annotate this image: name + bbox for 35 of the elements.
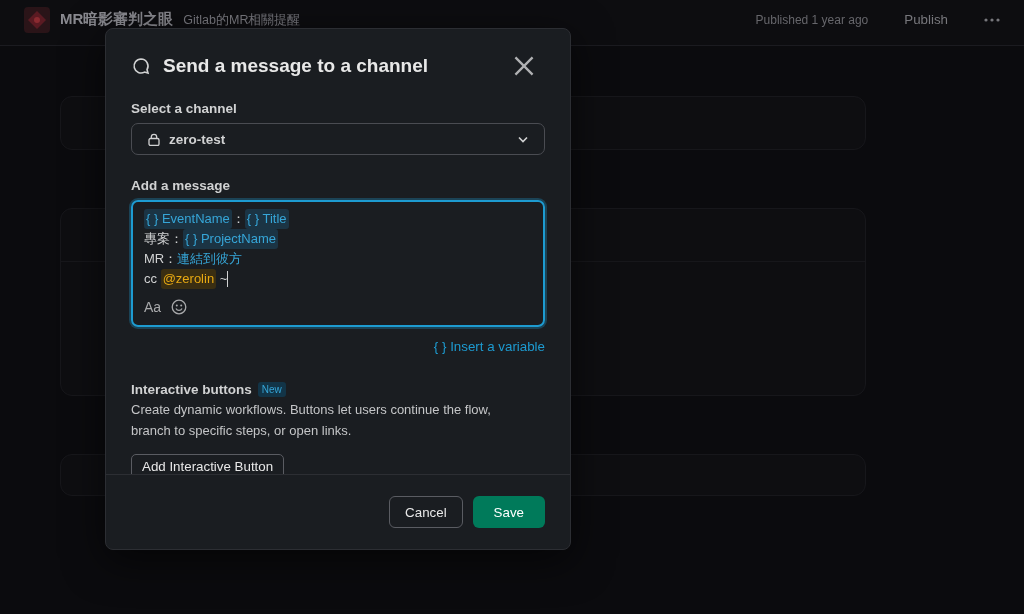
field-label: Select a channel — [131, 101, 238, 116]
new-badge: New — [257, 382, 286, 397]
variable-chip: { } EventName — [144, 209, 232, 229]
add-interactive-button[interactable]: Add Interactive Button — [131, 454, 285, 474]
more-icon[interactable] — [984, 17, 1000, 22]
save-button[interactable]: Save — [472, 496, 545, 528]
insert-variable-link[interactable]: { } Insert a variable — [433, 339, 545, 354]
logo-icon — [24, 6, 50, 33]
publish-button[interactable]: Publish — [890, 6, 962, 33]
chevron-down-icon — [518, 135, 528, 143]
variable-chip: { } ProjectName — [183, 229, 279, 249]
cancel-button[interactable]: Cancel — [389, 496, 463, 528]
dialog-title: Send a message to a channel — [163, 55, 430, 77]
message-text: cc — [144, 270, 158, 288]
message-link[interactable]: 連結到彼方 — [177, 249, 243, 269]
close-icon[interactable] — [514, 56, 534, 76]
emoji-icon[interactable] — [171, 299, 188, 315]
format-button[interactable]: Aa — [144, 299, 162, 315]
message-field[interactable]: { } EventName：{ } Title 專案：{ } ProjectName MR：連結到彼方 cc @zerolin ~ Aa — [131, 200, 545, 327]
section-title: Interactive buttons — [131, 382, 252, 397]
channel-select[interactable]: zero-test — [131, 123, 545, 155]
message-text: ： — [231, 210, 245, 228]
publish-status: Published 1 year ago — [755, 12, 869, 27]
field-label: Add a message — [131, 178, 232, 193]
message-text: 專案： — [144, 230, 183, 248]
message-text: ~ — [218, 270, 228, 288]
text-cursor — [227, 271, 229, 287]
lock-icon — [148, 132, 160, 146]
speech-bubble-icon — [131, 56, 151, 76]
mention-chip: @zerolin — [160, 269, 217, 289]
app-title: MR暗影審判之眼 — [60, 10, 174, 29]
section-description: Create dynamic workflows. Buttons let users continue the flow, branch to specific steps, or open links. — [131, 401, 492, 440]
variable-chip: { } Title — [244, 209, 289, 229]
app-subtitle: Gitlab的MR相關提醒 — [183, 12, 301, 29]
message-text: MR： — [144, 250, 178, 268]
